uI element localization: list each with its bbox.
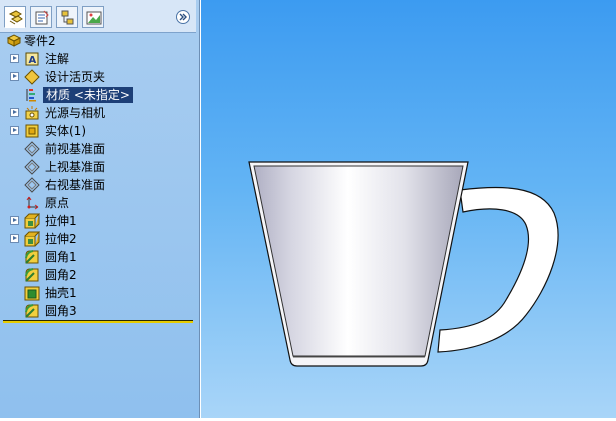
panel-toolbar (0, 0, 196, 33)
tree-item-label: 前视基准面 (45, 142, 106, 156)
tab-configuration-manager[interactable] (56, 6, 78, 28)
tree-item-label: 上视基准面 (45, 160, 106, 174)
plane-icon (24, 141, 40, 157)
tree-item[interactable]: 圆角1 (0, 248, 196, 266)
origin-icon (26, 196, 39, 210)
part-icon (6, 34, 22, 47)
tree-item-label: 拉伸1 (45, 214, 77, 228)
tab-display-manager[interactable] (82, 6, 104, 28)
tree-item[interactable]: 光源与相机 (0, 104, 196, 122)
expand-arrow-icon[interactable] (10, 216, 19, 225)
tab-feature-manager[interactable] (4, 6, 26, 28)
tree-item[interactable]: 拉伸1 (0, 212, 196, 230)
tree-item[interactable]: 抽壳1 (0, 284, 196, 302)
expand-arrow-icon[interactable] (10, 54, 19, 63)
tree-item[interactable]: 拉伸2 (0, 230, 196, 248)
tree-item[interactable]: 实体(1) (0, 122, 196, 140)
plane-icon (24, 159, 40, 175)
tree-item-label: 光源与相机 (45, 106, 106, 120)
tree-item-label: 抽壳1 (45, 286, 77, 300)
graphics-viewport[interactable] (201, 0, 616, 418)
tree-root-label: 零件2 (24, 34, 56, 48)
fillet-icon (25, 304, 39, 318)
annotation-icon: A (25, 52, 39, 66)
property-icon (35, 10, 49, 25)
design-binder-icon (24, 69, 40, 85)
svg-text:A: A (29, 55, 37, 66)
tree-item[interactable]: 上视基准面 (0, 158, 196, 176)
tree-item-label: 设计活页夹 (45, 70, 106, 84)
tree-item[interactable]: A 注解 (0, 50, 196, 68)
tree-item-label: 右视基准面 (45, 178, 106, 192)
feature-manager-panel: 零件2 A 注解设计活页夹材质 <未指定> 光源与相机实体(1) 前视基准面上视基准面… (0, 0, 200, 418)
tree-item-label: 实体(1) (45, 124, 86, 138)
expand-arrow-icon[interactable] (10, 126, 19, 135)
tree-item[interactable]: 右视基准面 (0, 176, 196, 194)
double-chevron-right-icon (179, 13, 187, 21)
solid-body-icon (25, 124, 39, 138)
collapse-panel-button[interactable] (176, 10, 190, 24)
expand-arrow-icon[interactable] (10, 234, 19, 243)
tree-item[interactable]: 前视基准面 (0, 140, 196, 158)
tree-root-part[interactable]: 零件2 (0, 32, 196, 50)
tree-item-label: 原点 (45, 196, 70, 210)
tree-item[interactable]: 原点 (0, 194, 196, 212)
tree-item-label: 拉伸2 (45, 232, 77, 246)
tree-item-label: 圆角3 (45, 304, 77, 318)
configuration-icon (61, 10, 74, 25)
lights-camera-icon (25, 106, 39, 120)
tree-item-label: 注解 (45, 52, 70, 66)
expand-arrow-icon[interactable] (10, 108, 19, 117)
fillet-icon (25, 250, 39, 264)
tree-item-label: 圆角2 (45, 268, 77, 282)
tree-item[interactable]: 圆角2 (0, 266, 196, 284)
tab-property-manager[interactable] (30, 6, 52, 28)
tree-item-label: 圆角1 (45, 250, 77, 264)
material-icon (26, 89, 36, 102)
tree-item[interactable]: 设计活页夹 (0, 68, 196, 86)
rollback-bar[interactable] (3, 320, 193, 323)
expand-arrow-icon[interactable] (10, 72, 19, 81)
cup-model[interactable] (201, 0, 616, 418)
display-icon (86, 11, 102, 25)
plane-icon (24, 177, 40, 193)
tree-item[interactable]: 圆角3 (0, 302, 196, 320)
extrude-icon (24, 231, 40, 247)
shell-icon (24, 286, 40, 301)
fillet-icon (25, 268, 39, 282)
extrude-icon (24, 213, 40, 229)
feature-tree-icon (8, 10, 23, 25)
tree-item[interactable]: 材质 <未指定> (0, 86, 196, 104)
tree-item-label: 材质 <未指定> (43, 87, 133, 103)
